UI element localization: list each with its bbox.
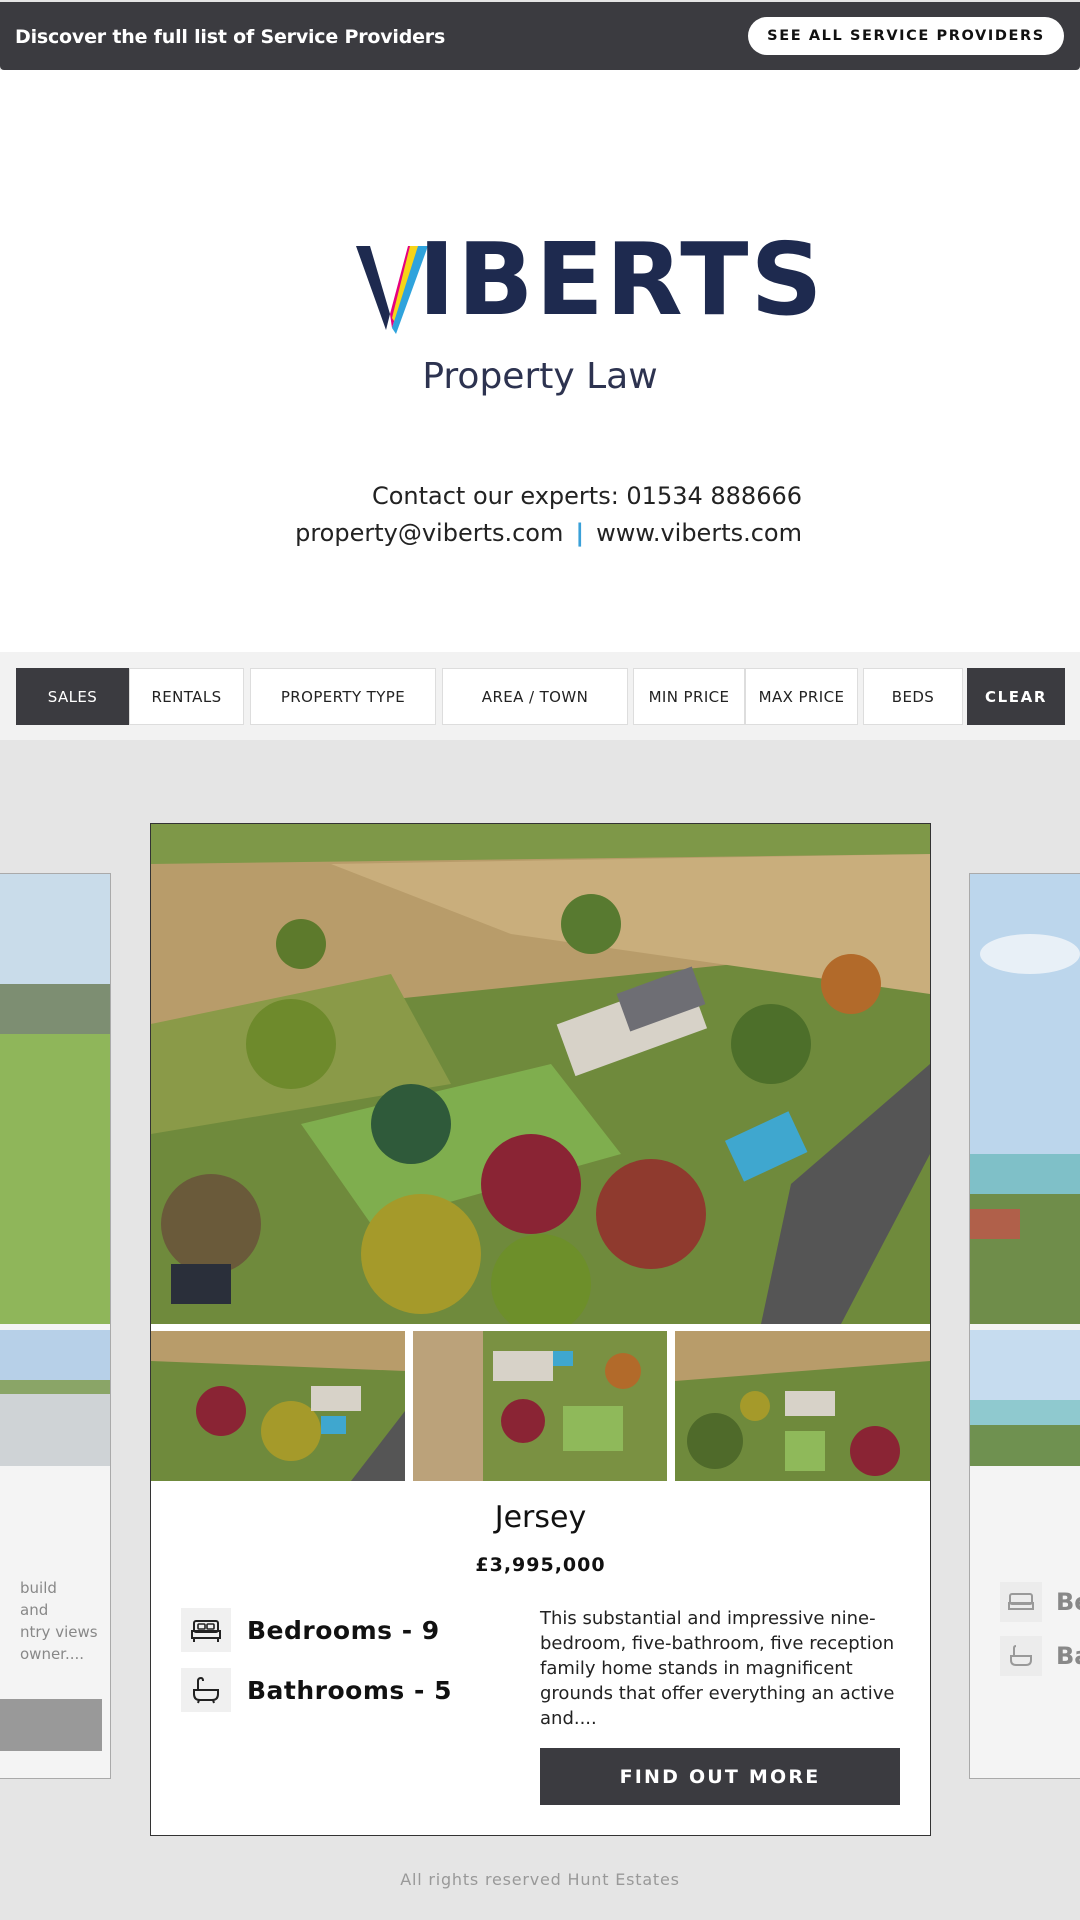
- aerial-thumbnail-photo: [413, 1331, 667, 1481]
- bed-icon: [1000, 1582, 1042, 1622]
- listing-thumbnail-1[interactable]: [151, 1331, 405, 1481]
- previous-listing-description: build and ntry views owner....: [20, 1577, 140, 1665]
- contact-email[interactable]: property@viberts.com: [295, 519, 563, 547]
- bathrooms-label: Bathrooms - 5: [247, 1675, 452, 1705]
- area-town-select[interactable]: AREA / TOWN: [442, 668, 628, 725]
- next-bathrooms-label: Ba: [1056, 1642, 1080, 1670]
- viberts-logo: IBERTS: [356, 230, 822, 338]
- listing-description: This substantial and impressive nine-bed…: [540, 1608, 895, 1729]
- left-text-line: and: [20, 1601, 49, 1619]
- aerial-thumbnail-photo: [675, 1331, 930, 1481]
- aerial-property-photo: [151, 824, 930, 1324]
- bath-icon: [1000, 1636, 1042, 1676]
- contact-website[interactable]: www.viberts.com: [596, 519, 802, 547]
- beds-select[interactable]: BEDS: [863, 668, 963, 725]
- previous-listing-button[interactable]: [0, 1699, 102, 1751]
- listing-town: Jersey: [494, 1500, 587, 1535]
- previous-listing-thumb: [0, 1330, 110, 1466]
- listing-main-photo[interactable]: [151, 824, 930, 1324]
- next-listing-bedrooms: Be: [1000, 1582, 1080, 1622]
- next-listing-bathrooms: Ba: [1000, 1636, 1080, 1676]
- see-all-service-providers-button[interactable]: SEE ALL SERVICE PROVIDERS: [748, 17, 1064, 55]
- next-listing-photo: [970, 874, 1080, 1324]
- rentals-filter-button[interactable]: RENTALS: [129, 668, 244, 725]
- next-bedrooms-label: Be: [1056, 1588, 1080, 1616]
- sales-filter-button[interactable]: SALES: [16, 668, 129, 725]
- left-text-line: build: [20, 1579, 57, 1597]
- bedrooms-feature: Bedrooms - 9: [181, 1608, 481, 1652]
- aerial-thumbnail-photo: [151, 1331, 405, 1481]
- logo-subtitle: Property Law: [422, 356, 658, 397]
- bedrooms-label: Bedrooms - 9: [247, 1615, 440, 1645]
- listing-thumbnail-3[interactable]: [675, 1331, 930, 1481]
- bathrooms-feature: Bathrooms - 5: [181, 1668, 481, 1712]
- contact-email-web-line: property@viberts.com | www.viberts.com: [295, 519, 802, 547]
- property-listing-card[interactable]: Jersey £3,995,000 Bedrooms - 9 Bathrooms…: [150, 823, 931, 1836]
- next-listing-thumb: [970, 1330, 1080, 1466]
- bath-icon: [181, 1668, 231, 1712]
- contact-phone-line: Contact our experts: 01534 888666: [371, 482, 802, 510]
- banner-text: Discover the full list of Service Provid…: [15, 26, 446, 48]
- left-text-line: ntry views: [20, 1623, 98, 1641]
- viberts-advert[interactable]: IBERTS Property Law Contact our experts:…: [0, 70, 1080, 652]
- find-out-more-button[interactable]: FIND OUT MORE: [540, 1748, 900, 1805]
- footer-copyright: All rights reserved Hunt Estates: [400, 1870, 680, 1889]
- bed-icon: [181, 1608, 231, 1652]
- contact-separator: |: [575, 519, 585, 547]
- listing-price: £3,995,000: [475, 1554, 606, 1576]
- max-price-select[interactable]: MAX PRICE: [745, 668, 858, 725]
- previous-listing-photo: [0, 874, 110, 1324]
- clear-filters-button[interactable]: CLEAR: [967, 668, 1065, 725]
- filter-bar: SALES RENTALS PROPERTY TYPE AREA / TOWN …: [0, 652, 1080, 740]
- service-providers-banner: Discover the full list of Service Provid…: [0, 2, 1080, 70]
- min-price-select[interactable]: MIN PRICE: [633, 668, 745, 725]
- listing-thumbnail-2[interactable]: [413, 1331, 667, 1481]
- property-type-select[interactable]: PROPERTY TYPE: [250, 668, 436, 725]
- logo-wordmark: IBERTS: [418, 221, 825, 338]
- left-text-line: owner....: [20, 1645, 85, 1663]
